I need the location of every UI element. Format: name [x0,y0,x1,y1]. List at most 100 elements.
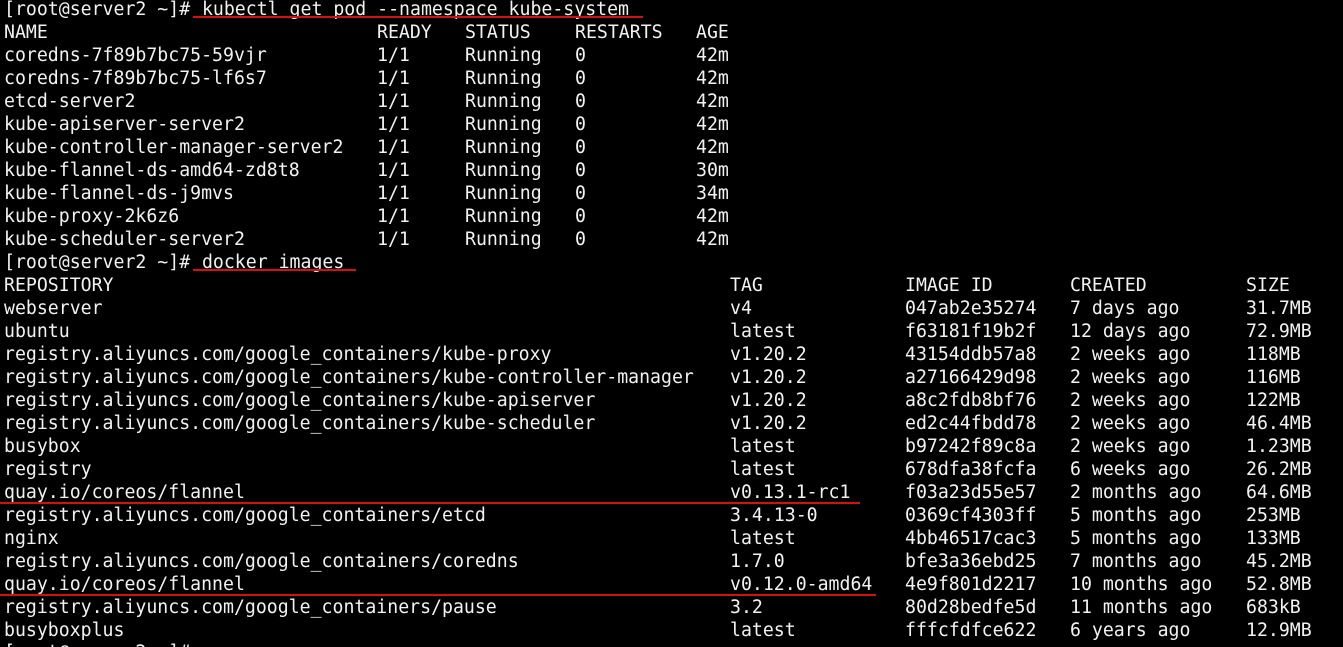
pod-row: kube-scheduler-server2 1/1 Running 0 42m [4,228,1343,251]
image-repository: webserver [4,298,103,319]
pod-restarts: 0 [575,183,586,204]
pod-age: 30m [696,160,729,181]
pod-header-name: NAME [4,22,48,43]
image-created: 2 weeks ago [1070,436,1191,457]
image-tag: v1.20.2 [730,413,807,434]
image-id: a27166429d98 [905,367,1037,388]
image-repository: registry.aliyuncs.com/google_containers/… [4,505,486,526]
pod-status: Running [465,229,542,250]
pod-name: coredns-7f89b7bc75-59vjr [4,45,267,66]
pod-restarts: 0 [575,160,586,181]
pod-age: 34m [696,183,729,204]
pod-row: kube-controller-manager-server2 1/1 Runnin… [4,136,1343,159]
image-size: 253MB [1246,505,1301,526]
pod-restarts: 0 [575,45,586,66]
image-repository: quay.io/coreos/flannel [4,482,245,503]
image-table-header: REPOSITORY TAG IMAGE ID CREATED SIZE [4,274,1343,297]
image-tag: 3.4.13-0 [730,505,818,526]
image-repository: registry.aliyuncs.com/google_containers/… [4,597,497,618]
image-row: registry.aliyuncs.com/google_containers/… [4,389,1343,412]
shell-prompt: [root@server2 ~]# [4,641,190,647]
image-row: busybox latest b97242f89c8a 2 weeks ago 1.23… [4,435,1343,458]
image-created: 6 weeks ago [1070,459,1191,480]
pod-age: 42m [696,206,729,227]
image-row: quay.io/coreos/flannel v0.12.0-amd64 4e9f8… [4,573,1343,596]
pod-status: Running [465,183,542,204]
pod-status: Running [465,114,542,135]
image-id: 047ab2e35274 [905,298,1037,319]
image-header-created: CREATED [1070,275,1147,296]
pod-ready: 1/1 [377,137,410,158]
pod-restarts: 0 [575,91,586,112]
pod-name: kube-controller-manager-server2 [4,137,344,158]
pod-ready: 1/1 [377,183,410,204]
image-tag: v0.13.1-rc1 [730,482,851,503]
pod-header-restarts: RESTARTS [575,22,663,43]
pod-status: Running [465,206,542,227]
pod-age: 42m [696,91,729,112]
pod-restarts: 0 [575,114,586,135]
image-size: 118MB [1246,344,1301,365]
image-id: a8c2fdb8bf76 [905,390,1037,411]
image-repository: registry.aliyuncs.com/google_containers/… [4,413,596,434]
image-id: 678dfa38fcfa [905,459,1037,480]
image-repository: registry.aliyuncs.com/google_containers/… [4,367,694,388]
image-size: 31.7MB [1246,298,1312,319]
image-size: 72.9MB [1246,321,1312,342]
image-row: quay.io/coreos/flannel v0.13.1-rc1 f03a23d… [4,481,1343,504]
annotation-underline-command-docker-images [193,269,356,271]
pod-row: kube-flannel-ds-amd64-zd8t8 1/1 Running 0 30… [4,159,1343,182]
image-repository: nginx [4,528,59,549]
pod-name: kube-apiserver-server2 [4,114,245,135]
image-repository: registry.aliyuncs.com/google_containers/… [4,344,552,365]
pod-name: coredns-7f89b7bc75-lf6s7 [4,68,267,89]
image-created: 2 months ago [1070,482,1202,503]
image-size: 1.23MB [1246,436,1312,457]
image-row: nginx latest 4bb46517cac3 5 months ago 133MB [4,527,1343,550]
pod-name: kube-scheduler-server2 [4,229,245,250]
image-repository: registry [4,459,92,480]
pod-restarts: 0 [575,68,586,89]
pod-restarts: 0 [575,137,586,158]
image-repository: quay.io/coreos/flannel [4,574,245,595]
annotation-underline-flannel-v0-12 [0,594,876,596]
image-size: 45.2MB [1246,551,1312,572]
image-header-image-id: IMAGE ID [905,275,993,296]
image-id: bfe3a36ebd25 [905,551,1037,572]
image-tag: latest [730,620,796,641]
shell-prompt: [root@server2 ~]# [4,252,191,273]
pod-status: Running [465,45,542,66]
terminal-window[interactable]: [root@server2 ~]# kubectl get pod --name… [0,0,1343,647]
image-created: 7 days ago [1070,298,1180,319]
pod-age: 42m [696,137,729,158]
annotation-underline-command-get-pod [193,16,643,18]
image-tag: v4 [730,298,752,319]
pod-ready: 1/1 [377,160,410,181]
pod-age: 42m [696,114,729,135]
image-tag: latest [730,436,796,457]
image-tag: 1.7.0 [730,551,785,572]
image-created: 7 months ago [1070,551,1202,572]
image-row: webserver v4 047ab2e35274 7 days ago 31.7MB [4,297,1343,320]
image-id: fffcfdfce622 [905,620,1037,641]
image-tag: latest [730,528,796,549]
image-id: f63181f19b2f [905,321,1037,342]
image-created: 6 years ago [1070,620,1191,641]
pod-header-ready: READY [377,22,432,43]
pod-name: etcd-server2 [4,91,136,112]
next-prompt-line: [root@server2 ~]# [4,641,1343,647]
image-tag: v1.20.2 [730,344,807,365]
image-id: 80d28bedfe5d [905,597,1037,618]
image-id: ed2c44fbdd78 [905,413,1037,434]
image-tag: latest [730,459,796,480]
pod-name: kube-flannel-ds-j9mvs [4,183,234,204]
image-header-tag: TAG [730,275,763,296]
image-id: 4e9f801d2217 [905,574,1037,595]
image-created: 2 weeks ago [1070,390,1191,411]
image-size: 133MB [1246,528,1301,549]
pod-row: kube-flannel-ds-j9mvs 1/1 Running 0 34m [4,182,1343,205]
pod-name: kube-proxy-2k6z6 [4,206,180,227]
pod-row: kube-apiserver-server2 1/1 Running 0 42m [4,113,1343,136]
pod-ready: 1/1 [377,229,410,250]
image-size: 683kB [1246,597,1301,618]
